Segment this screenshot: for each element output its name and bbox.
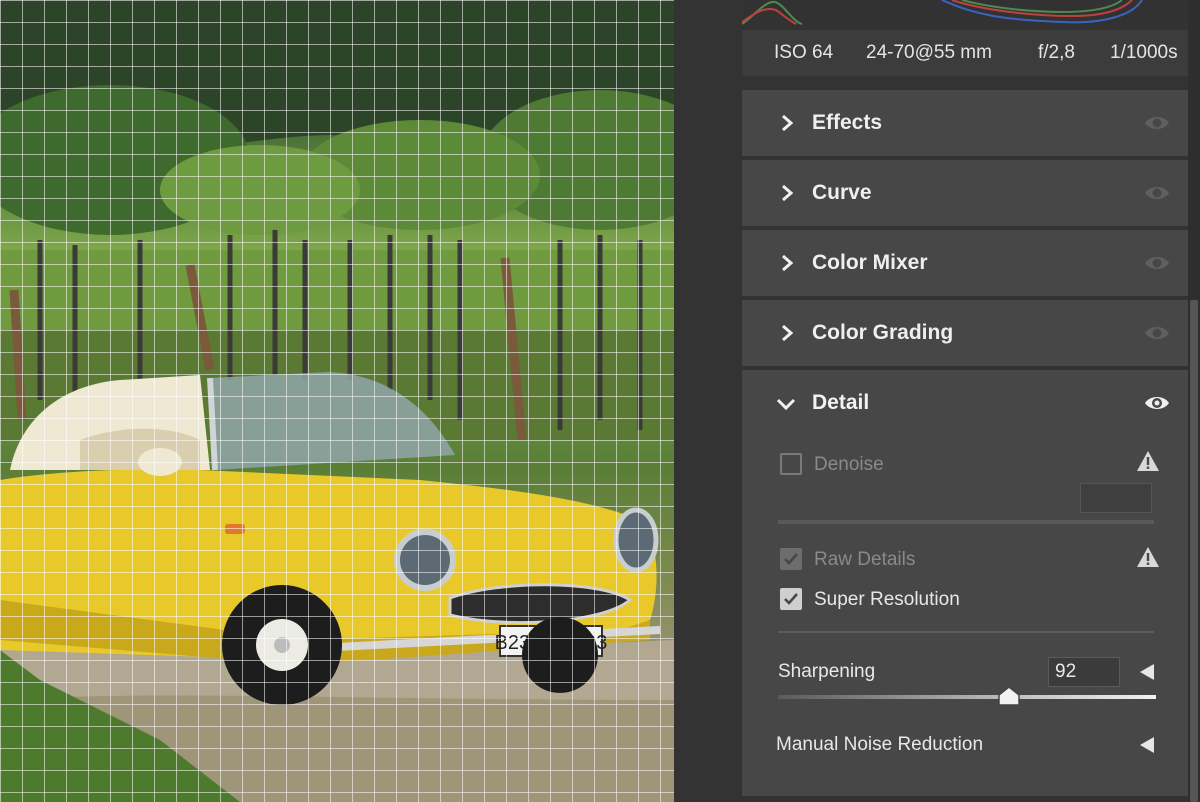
manual-noise-reduction-label: Manual Noise Reduction [776, 734, 984, 755]
denoise-label: Denoise [814, 454, 884, 475]
eye-icon[interactable] [1144, 392, 1170, 414]
eye-icon[interactable] [1144, 112, 1170, 134]
photo-canvas[interactable]: В231НУ 193 [0, 0, 674, 802]
sharpening-slider-track[interactable] [778, 695, 1156, 699]
section-color-mixer[interactable]: Color Mixer [742, 230, 1188, 300]
sharpening-label: Sharpening [778, 661, 876, 682]
section-curve[interactable]: Curve [742, 160, 1188, 230]
sharpening-slider-thumb[interactable] [997, 686, 1020, 706]
denoise-checkbox[interactable] [780, 453, 802, 475]
eye-icon[interactable] [1144, 322, 1170, 344]
section-color-mixer-label: Color Mixer [812, 251, 928, 274]
histogram [742, 0, 1188, 30]
raw-details-label: Raw Details [814, 549, 916, 570]
warning-icon[interactable] [1136, 546, 1160, 568]
warning-icon[interactable] [1136, 450, 1160, 472]
denoise-amount-field[interactable] [1080, 483, 1152, 513]
section-detail: Detail Denoise Raw Details Super Resolut… [742, 370, 1188, 798]
section-color-grading[interactable]: Color Grading [742, 300, 1188, 370]
detail-divider [778, 631, 1154, 633]
checkmark-icon [784, 553, 798, 565]
panel-separator [674, 0, 742, 802]
triangle-left-icon[interactable] [1140, 664, 1154, 680]
checkmark-icon [784, 593, 798, 605]
triangle-left-icon[interactable] [1140, 737, 1154, 753]
chevron-right-icon [782, 184, 794, 202]
eye-icon[interactable] [1144, 252, 1170, 274]
panel-divider [742, 76, 1188, 90]
photo-scene: В231НУ 193 [0, 0, 674, 802]
panel-bottom-divider [742, 796, 1188, 802]
panel-scrollbar-thumb[interactable] [1190, 300, 1198, 802]
section-curve-label: Curve [812, 181, 872, 204]
chevron-right-icon [782, 254, 794, 272]
section-detail-header[interactable]: Detail [742, 370, 1188, 436]
iso-value: ISO 64 [774, 42, 834, 63]
chevron-right-icon [782, 324, 794, 342]
chevron-right-icon [782, 114, 794, 132]
section-effects-label: Effects [812, 111, 883, 134]
eye-icon[interactable] [1144, 182, 1170, 204]
camera-metadata: ISO 64 24-70@55 mm f/2,8 1/1000s [742, 30, 1188, 76]
edit-panel: ISO 64 24-70@55 mm f/2,8 1/1000s Effects… [742, 0, 1188, 802]
super-resolution-checkbox[interactable] [780, 588, 802, 610]
lens-value: 24-70@55 mm [866, 42, 992, 63]
aperture-value: f/2,8 [1038, 42, 1075, 63]
raw-details-checkbox[interactable] [780, 548, 802, 570]
section-effects[interactable]: Effects [742, 90, 1188, 160]
sharpening-value-input[interactable]: 92 [1048, 657, 1120, 687]
shutter-value: 1/1000s [1110, 42, 1178, 63]
denoise-divider [778, 520, 1154, 524]
section-color-grading-label: Color Grading [812, 321, 954, 344]
super-resolution-label: Super Resolution [814, 589, 960, 610]
section-detail-label: Detail [812, 391, 870, 414]
chevron-down-icon [776, 398, 796, 411]
histogram-graph [742, 0, 1143, 25]
